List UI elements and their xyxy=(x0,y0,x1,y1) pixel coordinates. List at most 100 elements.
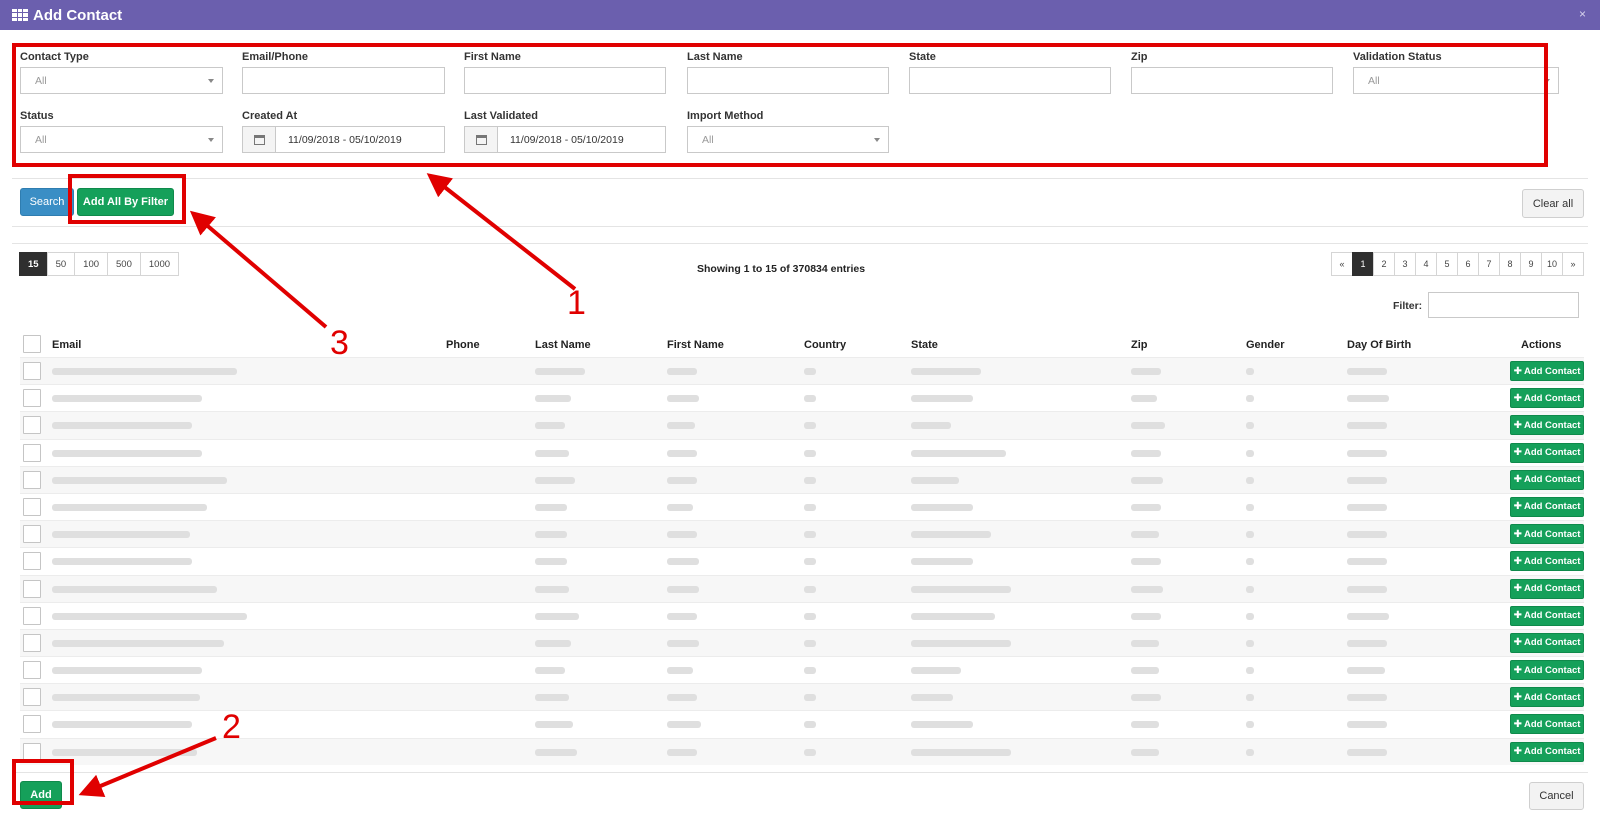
row-checkbox[interactable] xyxy=(23,470,41,489)
blurred-cell xyxy=(911,667,961,675)
grid-icon xyxy=(12,9,28,21)
row-checkbox[interactable] xyxy=(23,389,41,408)
row-checkbox[interactable] xyxy=(23,443,41,462)
row-add-contact-button[interactable]: ✚ Add Contact xyxy=(1510,415,1584,436)
row-add-contact-button[interactable]: ✚ Add Contact xyxy=(1510,687,1584,708)
row-checkbox[interactable] xyxy=(23,606,41,625)
row-add-contact-button[interactable]: ✚ Add Contact xyxy=(1510,388,1584,409)
row-checkbox[interactable] xyxy=(23,525,41,544)
blurred-cell xyxy=(52,422,192,430)
plus-icon: ✚ xyxy=(1513,447,1522,459)
blurred-cell xyxy=(667,476,697,484)
blurred-cell xyxy=(911,612,995,620)
page-button[interactable]: 8 xyxy=(1498,252,1521,276)
row-checkbox[interactable] xyxy=(23,633,41,652)
annotation-box-add-all xyxy=(68,174,186,224)
blurred-cell xyxy=(1131,368,1161,375)
row-checkbox[interactable] xyxy=(23,715,41,734)
arrow-3 xyxy=(189,210,328,329)
row-checkbox[interactable] xyxy=(23,497,41,516)
window-titlebar: Add Contact × xyxy=(0,0,1600,30)
row-add-contact-button[interactable]: ✚ Add Contact xyxy=(1510,469,1584,490)
divider xyxy=(12,772,1588,773)
next-page-button[interactable]: » xyxy=(1562,252,1584,276)
row-checkbox[interactable] xyxy=(23,688,41,707)
blurred-cell xyxy=(535,667,565,675)
plus-icon: ✚ xyxy=(1513,746,1522,758)
blurred-cell xyxy=(52,748,197,756)
col-country[interactable]: Country xyxy=(804,339,846,351)
blurred-cell xyxy=(1246,585,1254,593)
plus-icon: ✚ xyxy=(1513,718,1522,730)
blurred-cell xyxy=(804,639,816,647)
col-gender[interactable]: Gender xyxy=(1246,339,1285,351)
row-add-contact-button[interactable]: ✚ Add Contact xyxy=(1510,496,1584,517)
row-add-contact-button[interactable]: ✚ Add Contact xyxy=(1510,578,1584,599)
table-body: ✚ Add Contact ✚ Add Contact ✚ Add Contact ✚ Add… xyxy=(20,357,1584,765)
col-email[interactable]: Email xyxy=(52,339,81,351)
page-size-option[interactable]: 1000 xyxy=(139,252,180,276)
table-row: ✚ Add Contact xyxy=(20,465,1584,493)
row-add-contact-button[interactable]: ✚ Add Contact xyxy=(1510,551,1584,572)
page-size-option[interactable]: 100 xyxy=(74,252,109,276)
blurred-cell xyxy=(535,476,575,484)
col-day-of-birth[interactable]: Day Of Birth xyxy=(1347,339,1411,351)
blurred-cell xyxy=(911,721,973,729)
row-checkbox[interactable] xyxy=(23,742,41,761)
row-add-contact-button[interactable]: ✚ Add Contact xyxy=(1510,714,1584,735)
row-add-contact-button[interactable]: ✚ Add Contact xyxy=(1510,605,1584,626)
row-add-contact-button[interactable]: ✚ Add Contact xyxy=(1510,632,1584,653)
row-checkbox[interactable] xyxy=(23,362,41,380)
table-row: ✚ Add Contact xyxy=(20,574,1584,602)
cancel-button[interactable]: Cancel xyxy=(1529,782,1584,810)
page-button[interactable]: 9 xyxy=(1519,252,1542,276)
page-button[interactable]: 3 xyxy=(1393,252,1416,276)
row-action-label: Add Contact xyxy=(1523,637,1581,649)
select-all-checkbox[interactable] xyxy=(23,335,41,353)
prev-page-button[interactable]: « xyxy=(1330,252,1353,276)
page-button[interactable]: 4 xyxy=(1414,252,1437,276)
blurred-cell xyxy=(667,721,701,729)
col-zip[interactable]: Zip xyxy=(1131,339,1148,351)
blurred-cell xyxy=(1246,368,1254,375)
row-add-contact-button[interactable]: ✚ Add Contact xyxy=(1510,524,1584,545)
row-checkbox[interactable] xyxy=(23,579,41,598)
blurred-cell xyxy=(1131,748,1159,756)
page-button[interactable]: 1 xyxy=(1351,252,1374,276)
row-checkbox[interactable] xyxy=(23,661,41,680)
table-row: ✚ Add Contact xyxy=(20,384,1584,411)
col-first-name[interactable]: First Name xyxy=(667,339,724,351)
search-button[interactable]: Search xyxy=(20,188,74,216)
page-size-option[interactable]: 50 xyxy=(46,252,76,276)
row-add-contact-button[interactable]: ✚ Add Contact xyxy=(1510,442,1584,463)
table-row: ✚ Add Contact xyxy=(20,520,1584,548)
blurred-cell xyxy=(1246,395,1254,403)
annotation-box-filters xyxy=(12,43,1548,167)
page-size-option[interactable]: 500 xyxy=(107,252,141,276)
page-size-option[interactable]: 15 xyxy=(19,252,48,276)
blurred-cell xyxy=(1131,639,1159,647)
blurred-cell xyxy=(535,558,567,566)
annotation-number-1: 1 xyxy=(567,284,586,322)
row-add-contact-button[interactable]: ✚ Add Contact xyxy=(1510,361,1584,381)
table-filter-input[interactable] xyxy=(1428,292,1579,318)
row-add-contact-button[interactable]: ✚ Add Contact xyxy=(1510,660,1584,681)
col-last-name[interactable]: Last Name xyxy=(535,339,591,351)
close-icon[interactable]: × xyxy=(1579,7,1586,21)
row-checkbox[interactable] xyxy=(23,552,41,571)
row-checkbox[interactable] xyxy=(23,416,41,435)
blurred-cell xyxy=(1246,422,1254,430)
blurred-cell xyxy=(52,368,237,375)
plus-icon: ✚ xyxy=(1513,501,1522,513)
col-state[interactable]: State xyxy=(911,339,938,351)
row-add-contact-button[interactable]: ✚ Add Contact xyxy=(1510,741,1584,762)
page-button[interactable]: 6 xyxy=(1456,252,1479,276)
page-button[interactable]: 5 xyxy=(1435,252,1458,276)
page-button[interactable]: 10 xyxy=(1540,252,1563,276)
page-button[interactable]: 7 xyxy=(1477,252,1500,276)
page-button[interactable]: 2 xyxy=(1372,252,1395,276)
clear-all-button[interactable]: Clear all xyxy=(1522,189,1584,218)
col-phone[interactable]: Phone xyxy=(446,339,480,351)
table-row: ✚ Add Contact xyxy=(20,710,1584,737)
blurred-cell xyxy=(52,585,217,593)
